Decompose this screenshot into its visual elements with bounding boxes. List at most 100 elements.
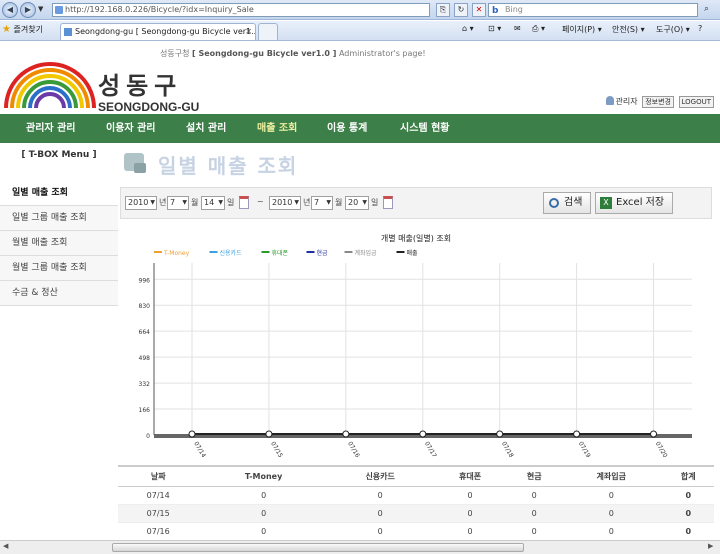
data-point xyxy=(265,430,273,438)
cell-date: 07/16 xyxy=(118,522,199,540)
cell-bank-transfer: 0 xyxy=(559,486,663,505)
admin-label: 관리자 xyxy=(615,97,638,106)
legend-label: T-Money xyxy=(163,250,190,257)
legend-label: 매출 xyxy=(407,249,419,257)
star-icon: ★ xyxy=(2,24,11,35)
horizontal-scrollbar[interactable]: ◀ ▶ xyxy=(0,540,720,554)
favorites-button[interactable]: ★ 즐겨찾기 xyxy=(2,24,43,35)
y-tick-label: 996 xyxy=(139,277,151,284)
nav-admin-manage[interactable]: 관리자 관리 xyxy=(26,114,75,143)
home-icon[interactable]: ⌂ ▾ xyxy=(462,24,474,33)
cell-tmoney: 0 xyxy=(198,504,329,523)
history-dropdown-icon[interactable]: ▼ xyxy=(38,5,43,13)
chart-background xyxy=(120,229,712,457)
sales-chart: 개별 매출(일별) 조회 T-Money 신용카드 휴대폰 현금 계좌입금 매출 0 166 33… xyxy=(120,229,712,459)
cell-bank-transfer: 0 xyxy=(559,504,663,523)
cell-bank-transfer: 0 xyxy=(559,522,663,540)
cell-tmoney: 0 xyxy=(198,522,329,540)
compat-view-icon[interactable]: ⎘ xyxy=(436,3,450,17)
to-year-select[interactable]: 2010 xyxy=(269,196,301,210)
search-button-label: 검색 xyxy=(564,197,583,208)
nav-user-manage[interactable]: 이용자 관리 xyxy=(106,114,155,143)
mail-icon[interactable]: ✉ xyxy=(514,24,521,33)
legend-label: 계좌입금 xyxy=(355,249,378,257)
y-tick-label: 498 xyxy=(139,355,151,362)
forward-icon[interactable]: ▶ xyxy=(20,2,36,18)
sidebar-item-collection[interactable]: 수금 & 정산 xyxy=(0,281,118,306)
from-month-select[interactable]: 7 xyxy=(167,196,189,210)
magnifier-icon xyxy=(549,198,559,208)
col-total: 합계 xyxy=(662,465,714,487)
excel-export-button[interactable]: X Excel 저장 xyxy=(595,192,674,214)
tab-label: Seongdong-gu [ Seongdong-gu Bicycle ver1… xyxy=(75,27,256,36)
cell-date: 07/14 xyxy=(118,486,199,505)
col-credit-card: 신용카드 xyxy=(328,465,432,487)
new-tab-button[interactable] xyxy=(258,23,278,40)
sidebar: 일별 매출 조회 일별 그룹 매출 조회 월별 매출 조회 월별 그룹 매출 조… xyxy=(0,181,118,306)
search-go-icon[interactable]: ⌕ xyxy=(704,4,709,14)
search-button[interactable]: 검색 xyxy=(543,192,592,214)
refresh-icon[interactable]: ↻ xyxy=(454,3,468,17)
back-icon[interactable]: ◀ xyxy=(2,2,18,18)
table-row: 07/14 0 0 0 0 0 0 xyxy=(118,486,714,505)
to-day-unit: 일 xyxy=(371,198,379,207)
header-tagline: 성동구청 [ Seongdong-gu Bicycle ver1.0 ] Adm… xyxy=(160,48,426,59)
sidebar-title: [ T-BOX Menu ] xyxy=(21,150,97,160)
close-icon[interactable]: ✕ xyxy=(245,24,252,39)
y-tick-label: 0 xyxy=(146,433,150,440)
tagline-role: Administrator's page! xyxy=(338,49,426,58)
cell-credit-card: 0 xyxy=(328,522,432,540)
search-input[interactable]: b Bing xyxy=(488,3,698,17)
nav-sales-inquiry[interactable]: 매출 조회 xyxy=(257,114,297,143)
data-point xyxy=(650,430,658,438)
excel-icon: X xyxy=(600,197,612,209)
scrollbar-thumb[interactable] xyxy=(112,543,524,552)
col-mobile: 휴대폰 xyxy=(431,465,509,487)
help-menu[interactable]: ? xyxy=(698,24,702,33)
y-tick-label: 830 xyxy=(139,303,151,310)
sidebar-item-daily-group-sales[interactable]: 일별 그룹 매출 조회 xyxy=(0,206,118,231)
from-day-select[interactable]: 14 xyxy=(201,196,225,210)
print-icon[interactable]: ⎙ ▾ xyxy=(532,24,545,34)
cell-cash: 0 xyxy=(508,504,560,523)
to-month-select[interactable]: 7 xyxy=(311,196,333,210)
user-icon xyxy=(605,96,614,105)
to-calendar-icon[interactable] xyxy=(383,196,393,209)
page-icon xyxy=(55,6,63,14)
browser-tab[interactable]: Seongdong-gu [ Seongdong-gu Bicycle ver1… xyxy=(60,23,256,40)
coins-icon-front xyxy=(134,163,146,173)
sidebar-item-daily-sales[interactable]: 일별 매출 조회 xyxy=(0,181,118,206)
from-year-select[interactable]: 2010 xyxy=(125,196,157,210)
to-day-select[interactable]: 20 xyxy=(345,196,369,210)
to-month-unit: 월 xyxy=(335,198,343,207)
cell-mobile: 0 xyxy=(431,504,509,523)
page-menu[interactable]: 페이지(P) ▾ xyxy=(562,24,602,35)
search-placeholder: Bing xyxy=(505,5,523,14)
feeds-icon[interactable]: ⊡ ▾ xyxy=(488,24,501,33)
safety-menu[interactable]: 안전(S) ▾ xyxy=(612,24,645,35)
sales-table: 날짜 T-Money 신용카드 휴대폰 현금 계좌입금 합계 07/14 0 0… xyxy=(118,465,714,540)
scroll-left-icon[interactable]: ◀ xyxy=(3,542,8,550)
web-page: 성동구청 [ Seongdong-gu Bicycle ver1.0 ] Adm… xyxy=(0,42,720,540)
tools-menu[interactable]: 도구(O) ▾ xyxy=(656,24,690,35)
cell-credit-card: 0 xyxy=(328,504,432,523)
browser-toolbar: ◀ ▶ ▼ http://192.168.0.226/Bicycle/?idx=… xyxy=(0,0,720,20)
nav-usage-stats[interactable]: 이용 통계 xyxy=(327,114,367,143)
legend-label: 현금 xyxy=(317,249,329,257)
logout-button[interactable]: LOGOUT xyxy=(678,96,714,108)
from-calendar-icon[interactable] xyxy=(239,196,249,209)
tagline-app: [ Seongdong-gu Bicycle ver1.0 ] xyxy=(192,49,337,58)
col-bank-transfer: 계좌입금 xyxy=(559,465,663,487)
sidebar-item-monthly-sales[interactable]: 월별 매출 조회 xyxy=(0,231,118,256)
scroll-right-icon[interactable]: ▶ xyxy=(708,542,713,550)
nav-system-status[interactable]: 시스템 현황 xyxy=(400,114,449,143)
change-info-button[interactable]: 정보변경 xyxy=(642,96,674,108)
table-row: 07/15 0 0 0 0 0 0 xyxy=(118,504,714,523)
sales-chart-svg: 개별 매출(일별) 조회 T-Money 신용카드 휴대폰 현금 계좌입금 매출 0 166 33… xyxy=(120,229,712,459)
stop-icon[interactable]: ✕ xyxy=(472,3,486,17)
col-tmoney: T-Money xyxy=(198,465,329,487)
nav-install-manage[interactable]: 설치 관리 xyxy=(186,114,226,143)
cell-total: 0 xyxy=(662,522,714,540)
address-bar[interactable]: http://192.168.0.226/Bicycle/?idx=Inquir… xyxy=(52,3,430,17)
sidebar-item-monthly-group-sales[interactable]: 월별 그룹 매출 조회 xyxy=(0,256,118,281)
